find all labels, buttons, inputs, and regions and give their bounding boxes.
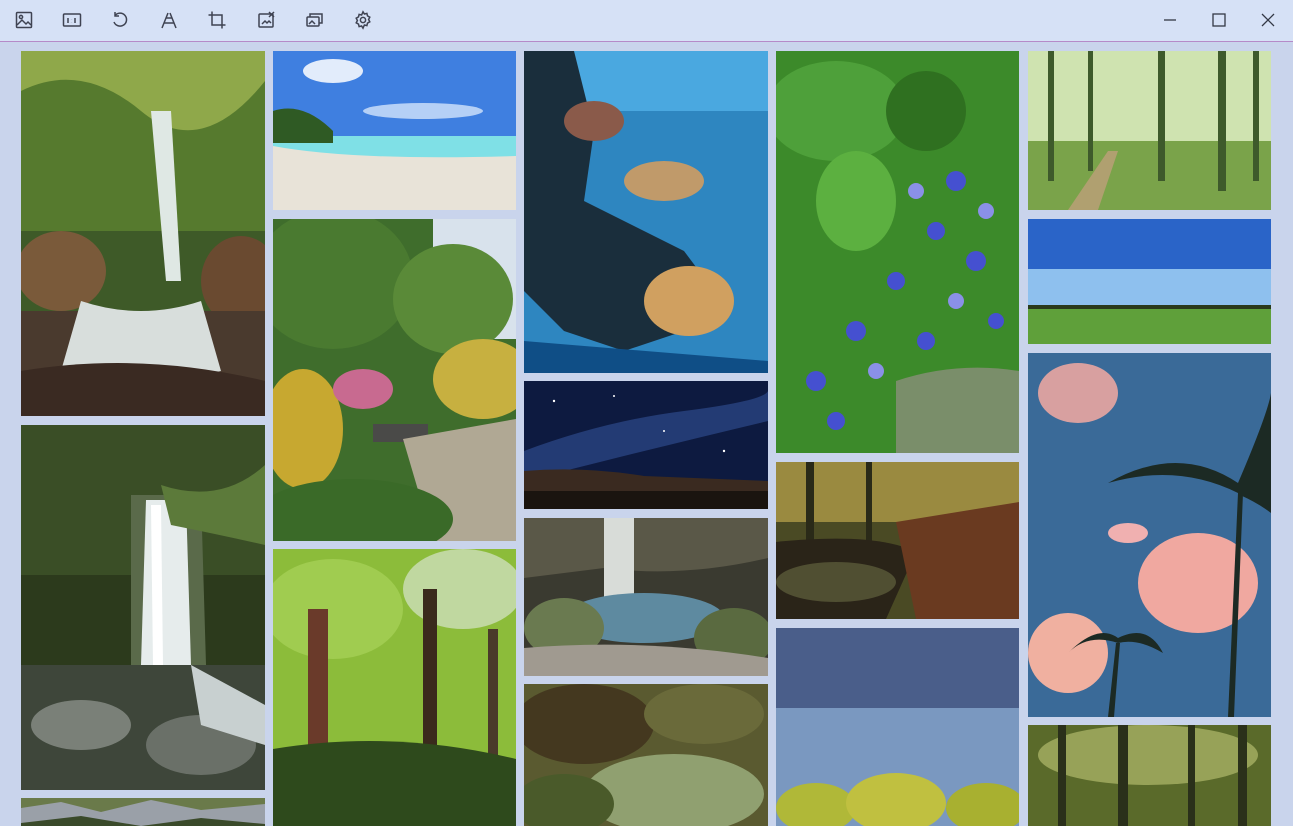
- photo-treetops-dusk[interactable]: [776, 628, 1019, 826]
- aspect-ratio-icon[interactable]: [61, 9, 83, 31]
- photo-gallery: [0, 42, 1293, 826]
- minimize-icon[interactable]: [1159, 9, 1181, 31]
- photo-blurred-foliage[interactable]: [524, 684, 768, 826]
- gallery-icon[interactable]: [304, 9, 326, 31]
- photo-palm-sky[interactable]: [1028, 353, 1271, 717]
- photo-green-field-blue-sky[interactable]: [1028, 219, 1271, 344]
- close-icon[interactable]: [1257, 9, 1279, 31]
- rotate-icon[interactable]: [109, 9, 131, 31]
- crop-icon[interactable]: [206, 9, 228, 31]
- photo-milky-way[interactable]: [524, 381, 768, 509]
- photo-tropical-beach[interactable]: [273, 51, 516, 210]
- photo-mossy-waterfall[interactable]: [21, 425, 265, 790]
- maximize-icon[interactable]: [1208, 9, 1230, 31]
- gear-icon[interactable]: [352, 9, 374, 31]
- photo-rocky-mountain[interactable]: [21, 798, 265, 826]
- photo-bamboo[interactable]: [1028, 725, 1271, 826]
- photo-forest-waterfall[interactable]: [21, 51, 265, 416]
- photo-forest-stream[interactable]: [776, 462, 1019, 619]
- image-icon[interactable]: [13, 9, 35, 31]
- photo-cave-pool[interactable]: [524, 518, 768, 676]
- remove-image-icon[interactable]: [255, 9, 277, 31]
- photo-blue-flowers[interactable]: [776, 51, 1019, 453]
- photo-tall-trees[interactable]: [273, 549, 516, 826]
- photo-garden-bench[interactable]: [273, 219, 516, 541]
- toolbar: [0, 0, 1293, 42]
- photo-birch-forest-path[interactable]: [1028, 51, 1271, 210]
- photo-coral-reef[interactable]: [524, 51, 768, 373]
- perspective-icon[interactable]: [158, 9, 180, 31]
